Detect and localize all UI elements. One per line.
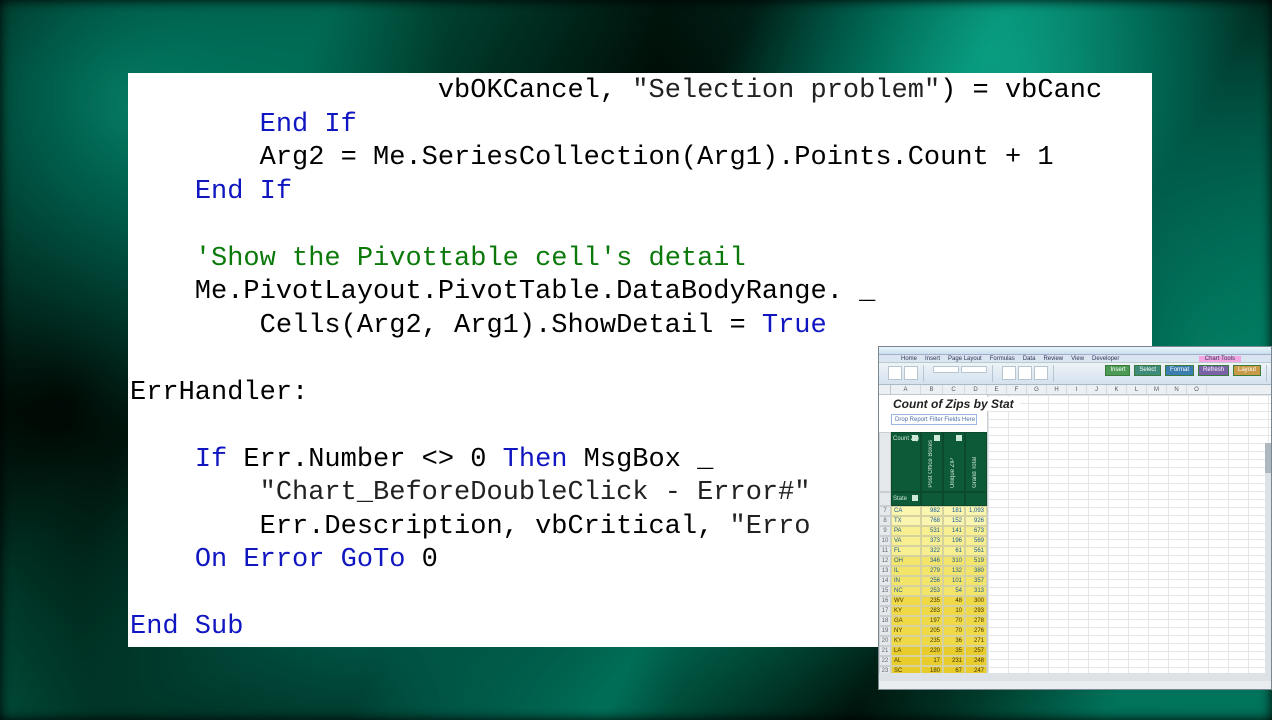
tab-view[interactable]: View	[1071, 356, 1084, 362]
vertical-scrollbar[interactable]	[1265, 443, 1271, 673]
ribbon-box[interactable]	[961, 366, 987, 373]
ribbon-btn[interactable]	[888, 366, 902, 380]
ribbon-button[interactable]: Format	[1165, 365, 1194, 376]
excel-tab-row[interactable]: Home Insert Page Layout Formulas Data Re…	[879, 355, 1271, 363]
excel-window[interactable]: Home Insert Page Layout Formulas Data Re…	[878, 346, 1272, 690]
tab-charttools[interactable]: Chart Tools	[1199, 356, 1241, 362]
tab-developer[interactable]: Developer	[1092, 356, 1119, 362]
tab-data[interactable]: Data	[1023, 356, 1036, 362]
horizontal-scrollbar[interactable]	[879, 673, 1271, 681]
pivot-title[interactable]: Count of Zips by Stat	[893, 397, 1020, 411]
tab-home[interactable]: Home	[901, 356, 917, 362]
ribbon-btn[interactable]	[1002, 366, 1016, 380]
tab-insert[interactable]: Insert	[925, 356, 940, 362]
tab-pagelayout[interactable]: Page Layout	[948, 356, 982, 362]
excel-titlebar[interactable]	[879, 347, 1271, 355]
ribbon-button[interactable]: Refresh	[1198, 365, 1229, 376]
tab-formulas[interactable]: Formulas	[990, 356, 1015, 362]
ribbon-box[interactable]	[933, 366, 959, 373]
pivot-table[interactable]: Count ZipPost Office BoxesUnique ZIPGran…	[879, 432, 987, 681]
pivot-filter-drop[interactable]: Drop Report Filter Fields Here	[891, 414, 977, 425]
ribbon-button[interactable]: Insert	[1105, 365, 1130, 376]
ribbon-button[interactable]: Select	[1134, 365, 1161, 376]
excel-ribbon[interactable]: Insert Select Format Refresh Layout	[879, 363, 1271, 385]
excel-empty-cells[interactable]	[987, 395, 1271, 681]
ribbon-btn[interactable]	[904, 366, 918, 380]
excel-grid[interactable]: Count of Zips by Stat Drop Report Filter…	[879, 395, 1271, 681]
tab-review[interactable]: Review	[1043, 356, 1063, 362]
ribbon-btn[interactable]	[1018, 366, 1032, 380]
excel-column-headers[interactable]: A B C D E F G H I J K L M N O	[879, 385, 1271, 395]
ribbon-button[interactable]: Layout	[1233, 365, 1261, 376]
ribbon-btn[interactable]	[1034, 366, 1048, 380]
